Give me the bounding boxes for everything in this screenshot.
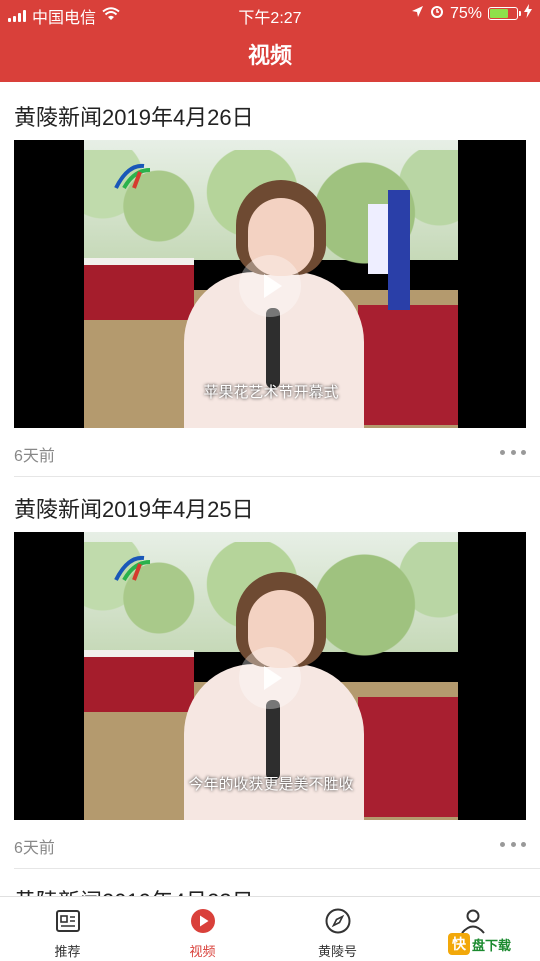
play-button[interactable] — [239, 255, 301, 317]
tab-label: 黄陵号 — [317, 944, 357, 959]
watermark-logo: 快 — [448, 933, 470, 955]
time-ago: 6天前 — [14, 840, 55, 857]
tab-huangling-account[interactable]: 黄陵号 — [270, 897, 405, 961]
battery-icon — [488, 7, 521, 20]
location-arrow-icon — [411, 5, 424, 23]
play-circle-icon — [189, 907, 217, 935]
tab-label: 推荐 — [54, 944, 81, 959]
divider — [14, 476, 540, 477]
alarm-icon — [430, 4, 444, 23]
top-header: 中国电信 下午2:27 75% 视频 — [0, 0, 540, 82]
battery-percent: 75% — [449, 4, 482, 22]
page-title: 视频 — [247, 43, 292, 68]
news-icon — [54, 907, 82, 935]
tab-recommend[interactable]: 推荐 — [0, 897, 135, 961]
video-subtitle: 今年的收获更是美不胜收 — [188, 776, 354, 793]
download-site-watermark: 快 盘下载 — [448, 932, 536, 956]
compass-icon — [324, 907, 352, 935]
person-icon — [459, 907, 487, 935]
divider — [14, 868, 540, 869]
more-options-icon[interactable] — [500, 442, 526, 462]
tv-station-logo — [114, 162, 152, 190]
video-title[interactable]: 黄陵新闻2019年4月25日 — [14, 492, 254, 524]
video-title[interactable]: 黄陵新闻2019年4月26日 — [14, 100, 254, 132]
play-button[interactable] — [239, 647, 301, 709]
tab-label: 视频 — [189, 944, 216, 959]
watermark-text: 盘下载 — [472, 937, 512, 953]
video-thumbnail[interactable]: 苹果花艺术节开幕式 — [14, 140, 526, 428]
tv-station-logo — [114, 554, 152, 582]
video-subtitle: 苹果花艺术节开幕式 — [203, 384, 339, 401]
charging-icon — [524, 4, 532, 23]
tab-video[interactable]: 视频 — [135, 897, 270, 961]
video-feed[interactable]: 黄陵新闻2019年4月26日 苹果花艺术节开幕式 6天前 黄陵新闻2019年4月… — [0, 82, 540, 896]
video-title[interactable]: 黄陵新闻2019年4月23日 — [14, 884, 254, 896]
status-bar: 中国电信 下午2:27 75% — [0, 0, 540, 28]
time-ago: 6天前 — [14, 448, 55, 465]
video-thumbnail[interactable]: 今年的收获更是美不胜收 — [14, 532, 526, 820]
more-options-icon[interactable] — [500, 834, 526, 854]
